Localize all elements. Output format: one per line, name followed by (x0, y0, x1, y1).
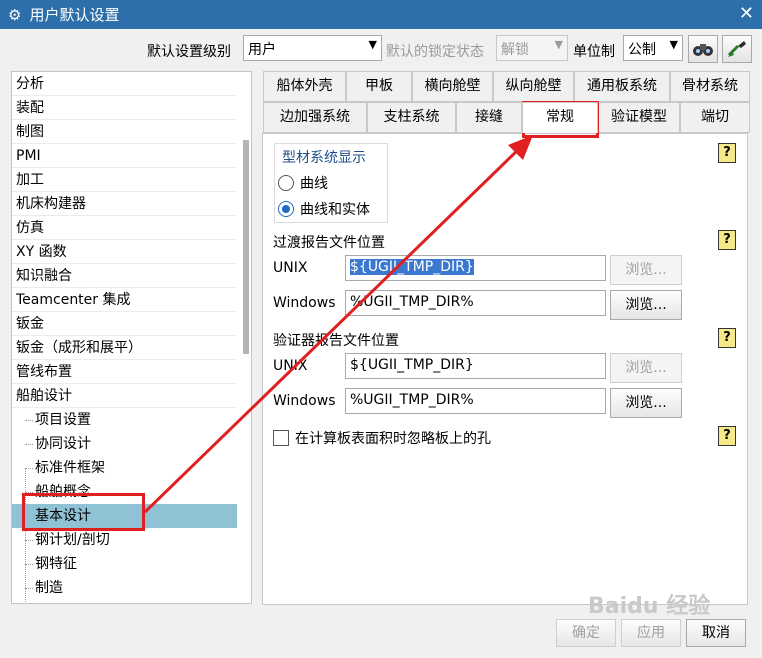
close-icon[interactable]: ✕ (739, 3, 754, 24)
tree-child-item[interactable]: 标准件框架 (12, 456, 238, 480)
lock-select-value: 解锁 (501, 42, 529, 58)
tree-child-item-selected[interactable]: 基本设计 (12, 504, 238, 528)
tree-child-item[interactable]: 钢计划/剖切 (12, 528, 238, 552)
radio-curve-solid-option[interactable]: 曲线和实体 (278, 199, 370, 219)
cancel-button[interactable]: 取消 (686, 619, 746, 647)
browse-button[interactable]: 浏览... (610, 353, 682, 383)
tree-child-item[interactable]: 钢特征 (12, 552, 238, 576)
tab-pillar-system[interactable]: 支柱系统 (367, 102, 456, 133)
ignore-holes-label: 在计算板表面积时忽略板上的孔 (295, 431, 491, 447)
general-tab-panel: 型材系统显示 曲线 曲线和实体 ? 过渡报告文件位置 ? UNIX ${UGII… (262, 133, 748, 605)
tree-child-item[interactable]: 船舶概念 (12, 480, 238, 504)
transition-unix-path-field[interactable]: ${UGII_TMP_DIR} (345, 255, 606, 281)
transition-windows-path-value: %UGII_TMP_DIR% (350, 294, 474, 310)
find-settings-button[interactable] (688, 35, 718, 63)
unix-label: UNIX (273, 260, 308, 276)
window-title: 用户默认设置 (29, 6, 120, 24)
tree-scrollbar[interactable] (237, 72, 251, 603)
gear-icon: ⚙ (8, 5, 22, 24)
unit-select-value: 公制 (628, 42, 656, 58)
tree-child-item[interactable]: 制造 (12, 576, 238, 600)
radio-curve-solid-label: 曲线和实体 (300, 202, 370, 218)
tab-end-cut[interactable]: 端切 (680, 102, 750, 133)
tab-validation-model[interactable]: 验证模型 (598, 102, 680, 133)
level-select-value: 用户 (248, 42, 276, 58)
tree-item[interactable]: 钣金 (12, 312, 238, 336)
transition-unix-path-value: ${UGII_TMP_DIR} (350, 259, 474, 275)
tree-item[interactable]: 分析 (12, 72, 238, 96)
tree-item[interactable]: 知识融合 (12, 264, 238, 288)
manage-settings-button[interactable] (722, 35, 752, 63)
radio-curve-option[interactable]: 曲线 (278, 173, 328, 193)
tree-child-item[interactable]: 协同设计 (12, 432, 238, 456)
lock-label: 默认的锁定状态 (386, 44, 484, 60)
binoculars-icon (693, 44, 713, 56)
help-icon[interactable]: ? (718, 426, 736, 446)
category-tree[interactable]: 分析 装配 制图 PMI 加工 机床构建器 仿真 XY 函数 知识融合 Team… (11, 71, 252, 604)
validator-unix-path-value: ${UGII_TMP_DIR} (350, 357, 474, 373)
validator-report-title: 验证器报告文件位置 (273, 333, 399, 349)
radio-curve-label: 曲线 (300, 176, 328, 192)
checkbox[interactable] (273, 430, 289, 446)
tab-generic-plate-system[interactable]: 通用板系统 (574, 71, 670, 102)
validator-unix-path-field[interactable]: ${UGII_TMP_DIR} (345, 353, 606, 379)
tab-stiffener-system[interactable]: 骨材系统 (670, 71, 750, 102)
apply-button[interactable]: 应用 (621, 619, 681, 647)
unit-select[interactable]: 公制 ▼ (623, 35, 683, 61)
ok-button[interactable]: 确定 (556, 619, 616, 647)
title-bar: ⚙ 用户默认设置 ✕ (0, 0, 762, 29)
tab-hull-shell[interactable]: 船体外壳 (263, 71, 346, 102)
browse-button[interactable]: 浏览... (610, 290, 682, 320)
tree-item[interactable]: 制图 (12, 120, 238, 144)
tab-seam[interactable]: 接缝 (456, 102, 522, 133)
tree-item[interactable]: 仿真 (12, 216, 238, 240)
help-icon[interactable]: ? (718, 143, 736, 163)
watermark: Baidu 经验 (588, 594, 711, 619)
lock-select[interactable]: 解锁 ▼ (496, 35, 568, 61)
profile-display-title: 型材系统显示 (282, 150, 366, 166)
tree-item[interactable]: Teamcenter 集成 (12, 288, 238, 312)
level-label: 默认设置级别 (147, 44, 231, 60)
level-select[interactable]: 用户 ▼ (243, 35, 382, 61)
settings-toolbar: 默认设置级别 用户 ▼ 默认的锁定状态 解锁 ▼ 单位制 公制 ▼ (0, 35, 762, 65)
transition-windows-path-field[interactable]: %UGII_TMP_DIR% (345, 290, 606, 316)
transition-report-title: 过渡报告文件位置 (273, 235, 385, 251)
windows-label: Windows (273, 393, 336, 409)
help-icon[interactable]: ? (718, 328, 736, 348)
tab-transverse-bulkhead[interactable]: 横向舱壁 (412, 71, 493, 102)
tree-item[interactable]: 钣金（成形和展平） (12, 336, 238, 360)
tab-deck[interactable]: 甲板 (346, 71, 412, 102)
tree-item[interactable]: 管线布置 (12, 360, 238, 384)
tree-item[interactable]: 船舶设计 (12, 384, 238, 408)
chevron-down-icon: ▼ (554, 38, 563, 51)
unit-label: 单位制 (573, 44, 615, 60)
tree-item[interactable]: 加工 (12, 168, 238, 192)
tab-edge-reinforcement[interactable]: 边加强系统 (263, 102, 367, 133)
tree-item[interactable]: 机床构建器 (12, 192, 238, 216)
radio-button[interactable] (278, 175, 294, 191)
tree-child-item[interactable]: 项目设置 (12, 408, 238, 432)
browse-button[interactable]: 浏览... (610, 388, 682, 418)
scrollbar-thumb[interactable] (243, 140, 249, 354)
tab-general[interactable]: 常规 (522, 102, 598, 133)
chevron-down-icon: ▼ (368, 38, 377, 51)
browse-button[interactable]: 浏览... (610, 255, 682, 285)
tab-longitudinal-bulkhead[interactable]: 纵向舱壁 (493, 71, 574, 102)
ignore-holes-option[interactable]: 在计算板表面积时忽略板上的孔 (273, 428, 491, 448)
help-icon[interactable]: ? (718, 230, 736, 250)
validator-windows-path-value: %UGII_TMP_DIR% (350, 392, 474, 408)
radio-button-selected[interactable] (278, 201, 294, 217)
tree-item[interactable]: PMI (12, 144, 238, 168)
validator-windows-path-field[interactable]: %UGII_TMP_DIR% (345, 388, 606, 414)
tree-item[interactable]: XY 函数 (12, 240, 238, 264)
tree-item[interactable]: 装配 (12, 96, 238, 120)
unix-label: UNIX (273, 358, 308, 374)
chevron-down-icon: ▼ (669, 38, 678, 51)
windows-label: Windows (273, 295, 336, 311)
wrench-arrow-icon (727, 41, 746, 57)
